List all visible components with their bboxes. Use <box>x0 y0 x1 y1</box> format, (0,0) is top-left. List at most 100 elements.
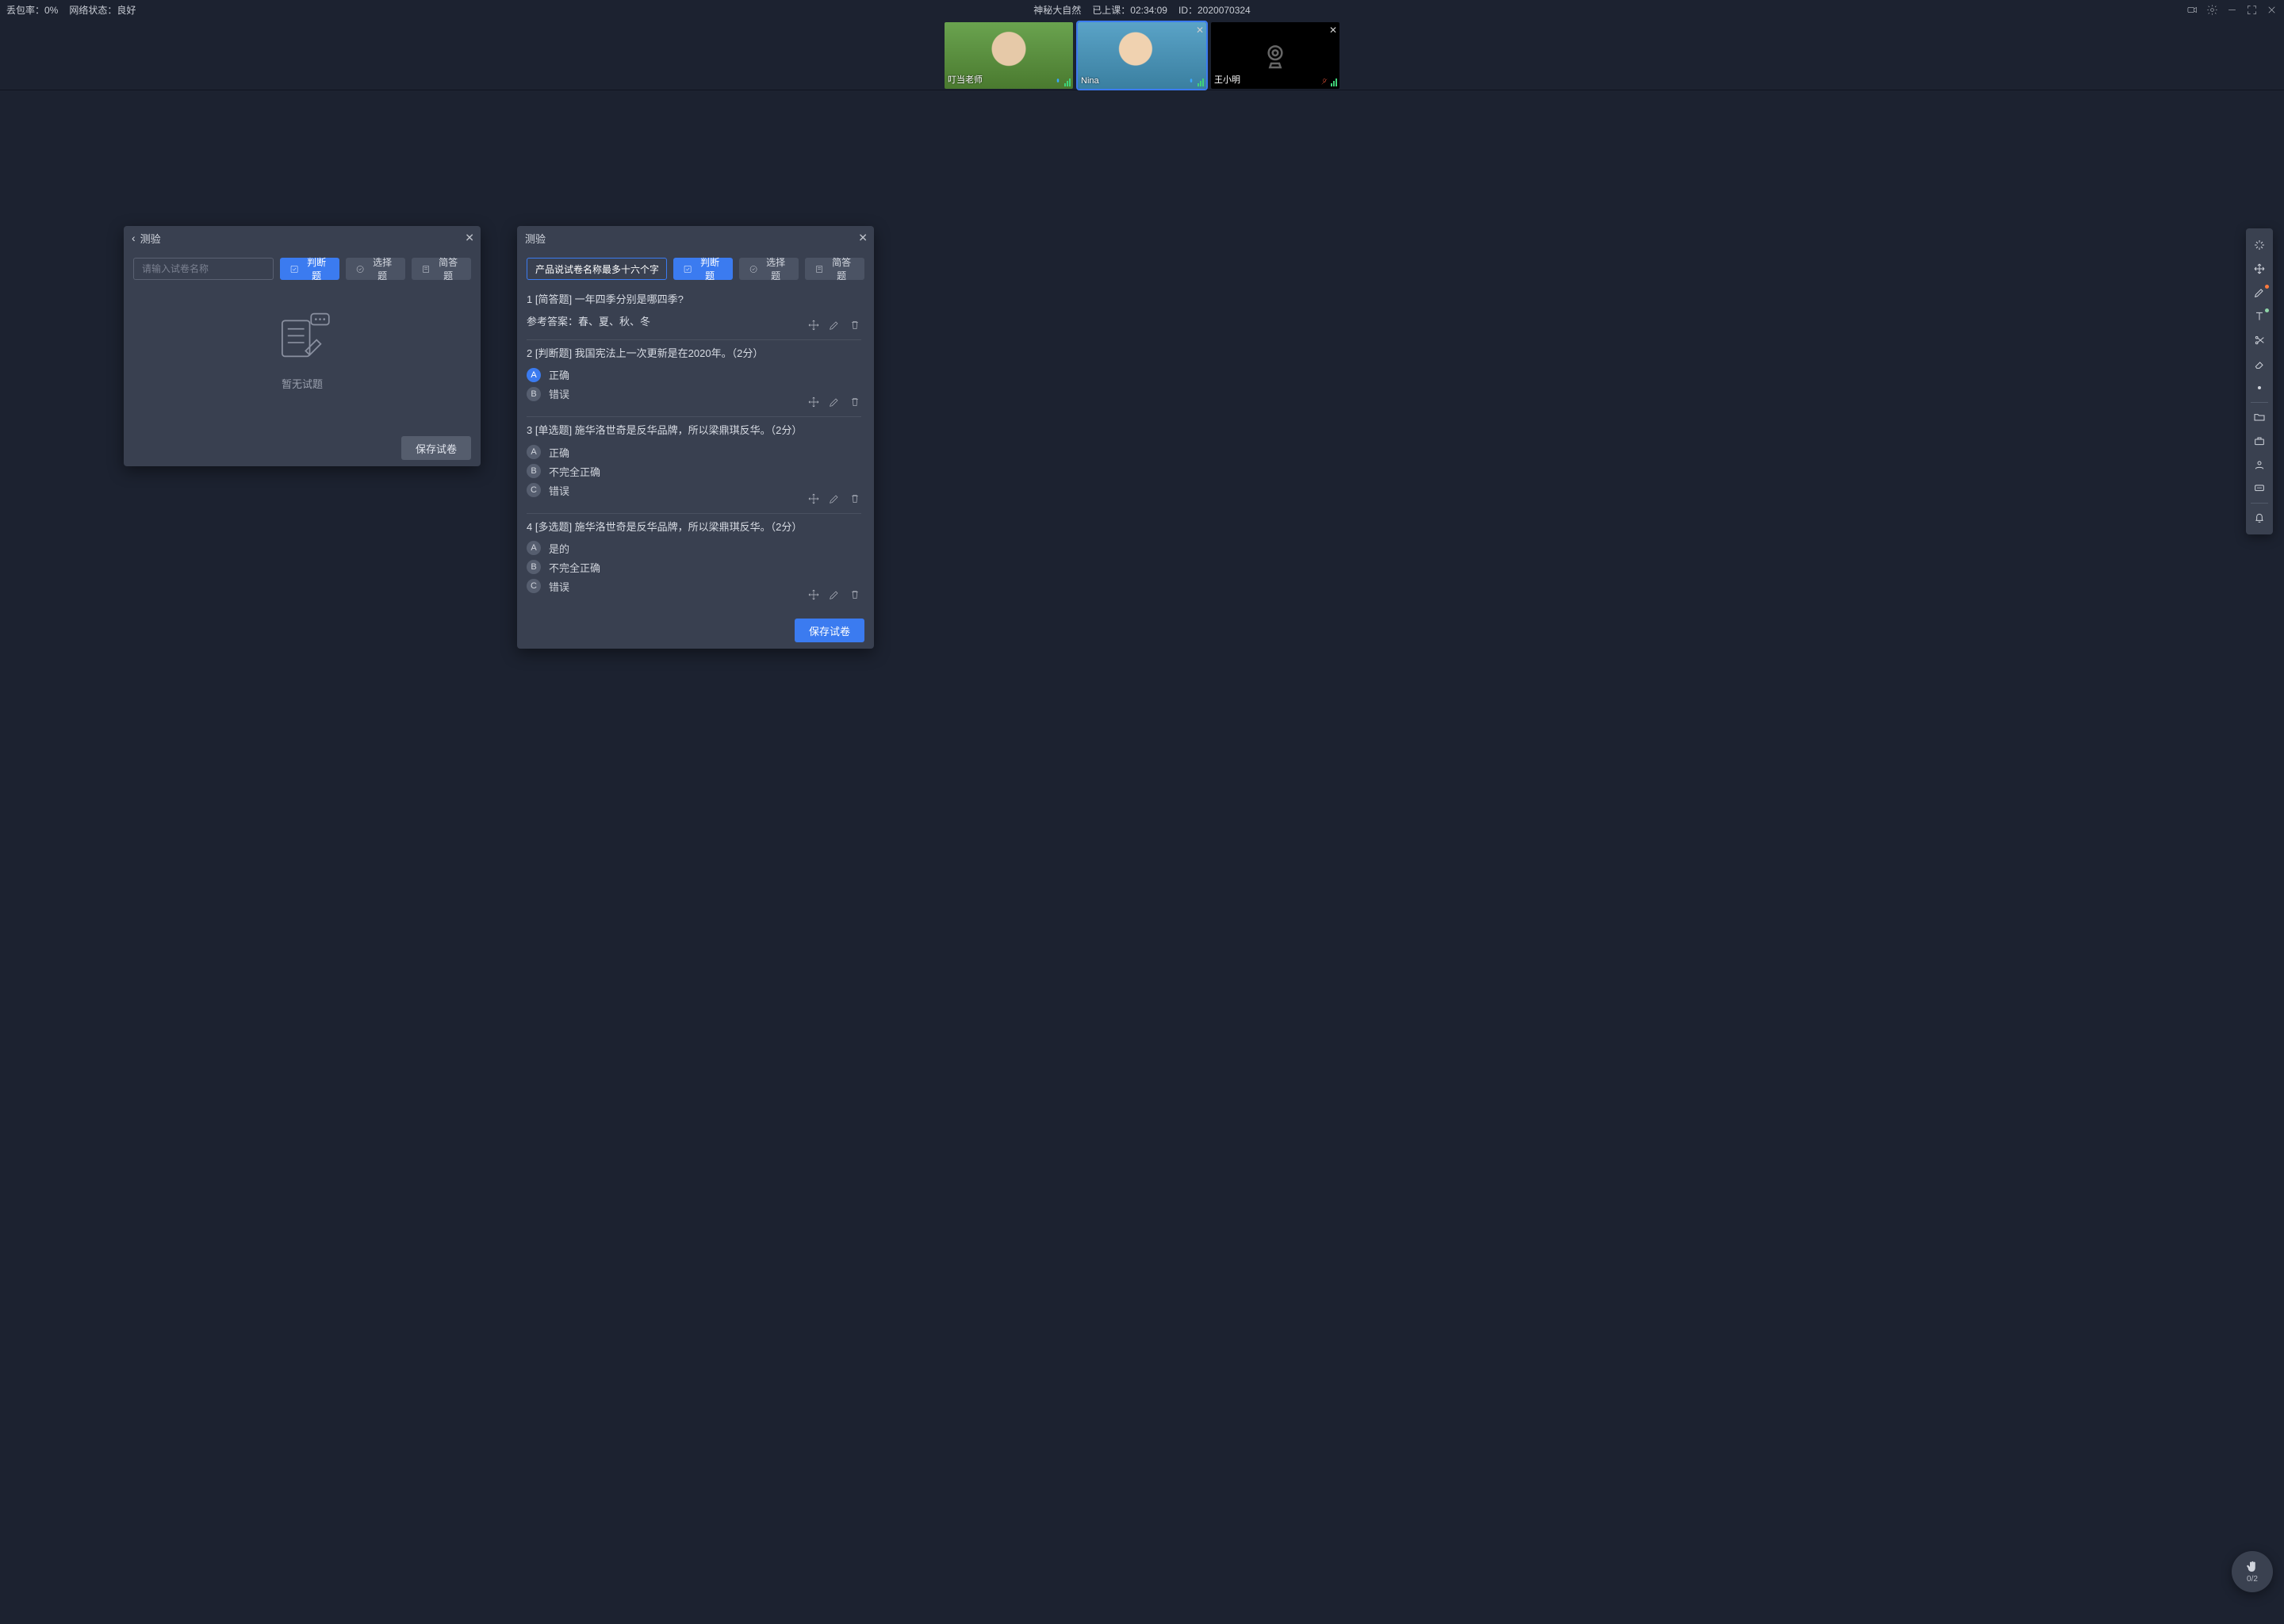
signal-icon <box>1064 79 1071 86</box>
signal-icon <box>1198 79 1204 86</box>
toolbox-icon[interactable] <box>2246 429 2273 453</box>
quiz-name-input[interactable] <box>133 258 274 280</box>
packet-loss-label: 丢包率：0% <box>6 3 58 17</box>
quiz-name-input[interactable] <box>527 258 667 280</box>
question-item: 4 [多选题] 施华洛世奇是反华品牌，所以梁鼎琪反华。（2分） A 是的 B 不… <box>527 514 861 604</box>
question-actions <box>807 319 861 331</box>
camera-toggle-icon[interactable] <box>2186 4 2198 16</box>
delete-question-icon[interactable] <box>849 492 861 505</box>
close-icon[interactable]: ✕ <box>1329 25 1337 36</box>
option-text: 不完全正确 <box>549 560 600 575</box>
option-text: 正确 <box>549 367 569 382</box>
class-id: ID：2020070324 <box>1178 3 1251 17</box>
option-badge: B <box>527 560 541 574</box>
question-actions <box>807 492 861 505</box>
raise-hand-button[interactable]: 0/2 <box>2232 1551 2273 1592</box>
move-question-icon[interactable] <box>807 319 820 331</box>
option-row: B 不完全正确 <box>527 560 861 575</box>
option-badge: B <box>527 387 541 401</box>
scissors-tool-icon[interactable] <box>2246 328 2273 352</box>
add-short-answer-button[interactable]: 简答题 <box>412 258 471 280</box>
option-text: 错误 <box>549 483 569 498</box>
eraser-tool-icon[interactable] <box>2246 352 2273 376</box>
pointer-tool-icon[interactable] <box>2246 233 2273 257</box>
option-text: 不完全正确 <box>549 464 600 479</box>
quiz-panel-filled: 测验 ✕ 判断题 选择题 简答题 1 [简答题] 一年四季分别是哪四季?参考答案… <box>517 226 874 649</box>
panel-close-icon[interactable]: ✕ <box>858 232 868 245</box>
option-row: A 正确 <box>527 367 861 382</box>
pen-tool-icon[interactable] <box>2246 281 2273 304</box>
chip-label: 判断题 <box>696 255 723 282</box>
option-text: 错误 <box>549 386 569 401</box>
minimize-icon[interactable] <box>2226 4 2238 16</box>
chip-label: 简答题 <box>435 255 462 282</box>
question-title: 2 [判断题] 我国宪法上一次更新是在2020年。（2分） <box>527 347 861 361</box>
video-tile[interactable]: ✕ 王小明 <box>1211 22 1339 89</box>
whiteboard-toolbar <box>2246 228 2273 534</box>
mic-icon <box>1054 77 1062 86</box>
edit-question-icon[interactable] <box>828 396 841 408</box>
question-item: 1 [简答题] 一年四季分别是哪四季?参考答案：春、夏、秋、冬 <box>527 286 861 340</box>
add-short-answer-button[interactable]: 简答题 <box>805 258 864 280</box>
participant-name: Nina <box>1081 76 1099 86</box>
participant-name: 王小明 <box>1214 73 1240 86</box>
question-actions <box>807 588 861 601</box>
top-status-bar: 丢包率：0% 网络状态：良好 神秘大自然 已上课：02:34:09 ID：202… <box>0 0 2284 19</box>
option-text: 错误 <box>549 579 569 594</box>
question-title: 1 [简答题] 一年四季分别是哪四季? <box>527 293 861 307</box>
question-list: 1 [简答题] 一年四季分别是哪四季?参考答案：春、夏、秋、冬 2 [判断题] … <box>527 286 864 604</box>
settings-icon[interactable] <box>2206 4 2218 16</box>
color-dot-icon[interactable] <box>2246 376 2273 400</box>
mic-muted-icon <box>1320 77 1328 86</box>
empty-state-text: 暂无试题 <box>282 376 323 391</box>
participant-name: 叮当老师 <box>948 73 983 86</box>
edit-question-icon[interactable] <box>828 319 841 331</box>
user-icon[interactable] <box>2246 453 2273 477</box>
delete-question-icon[interactable] <box>849 588 861 601</box>
chip-label: 简答题 <box>828 255 855 282</box>
option-row: A 是的 <box>527 541 861 556</box>
edit-question-icon[interactable] <box>828 492 841 505</box>
add-true-false-button[interactable]: 判断题 <box>673 258 733 280</box>
move-question-icon[interactable] <box>807 396 820 408</box>
raise-hand-count: 0/2 <box>2247 1575 2258 1584</box>
add-true-false-button[interactable]: 判断题 <box>280 258 339 280</box>
option-badge: A <box>527 445 541 459</box>
save-quiz-button[interactable]: 保存试卷 <box>401 436 471 460</box>
close-window-icon[interactable] <box>2266 4 2278 16</box>
fullscreen-icon[interactable] <box>2246 4 2258 16</box>
option-badge: B <box>527 464 541 478</box>
panel-back-icon[interactable]: ‹ <box>132 232 136 244</box>
move-tool-icon[interactable] <box>2246 257 2273 281</box>
question-title: 3 [单选题] 施华洛世奇是反华品牌，所以梁鼎琪反华。（2分） <box>527 423 861 438</box>
delete-question-icon[interactable] <box>849 396 861 408</box>
option-row: A 正确 <box>527 445 861 460</box>
chat-icon[interactable] <box>2246 477 2273 500</box>
bell-icon[interactable] <box>2246 506 2273 530</box>
add-choice-button[interactable]: 选择题 <box>346 258 405 280</box>
move-question-icon[interactable] <box>807 588 820 601</box>
edit-question-icon[interactable] <box>828 588 841 601</box>
chip-label: 选择题 <box>762 255 789 282</box>
question-title: 4 [多选题] 施华洛世奇是反华品牌，所以梁鼎琪反华。（2分） <box>527 520 861 534</box>
panel-close-icon[interactable]: ✕ <box>465 232 474 245</box>
text-tool-icon[interactable] <box>2246 304 2273 328</box>
delete-question-icon[interactable] <box>849 319 861 331</box>
chip-label: 选择题 <box>369 255 396 282</box>
elapsed-time: 已上课：02:34:09 <box>1092 3 1167 17</box>
save-quiz-button[interactable]: 保存试卷 <box>795 619 864 642</box>
video-status-icons <box>1187 77 1204 86</box>
move-question-icon[interactable] <box>807 492 820 505</box>
question-item: 2 [判断题] 我国宪法上一次更新是在2020年。（2分） A 正确 B 错误 <box>527 340 861 417</box>
option-row: B 不完全正确 <box>527 464 861 479</box>
quiz-panel-empty: ‹ 测验 ✕ 判断题 选择题 简答题 <box>124 226 481 466</box>
chip-label: 判断题 <box>303 255 330 282</box>
panel-title: 测验 <box>140 231 161 246</box>
close-icon[interactable]: ✕ <box>1196 25 1204 36</box>
option-badge: A <box>527 368 541 382</box>
video-tile[interactable]: 叮当老师 <box>945 22 1073 89</box>
video-tile[interactable]: ✕ Nina <box>1078 22 1206 89</box>
network-status-label: 网络状态：良好 <box>69 3 136 17</box>
add-choice-button[interactable]: 选择题 <box>739 258 799 280</box>
folder-icon[interactable] <box>2246 405 2273 429</box>
